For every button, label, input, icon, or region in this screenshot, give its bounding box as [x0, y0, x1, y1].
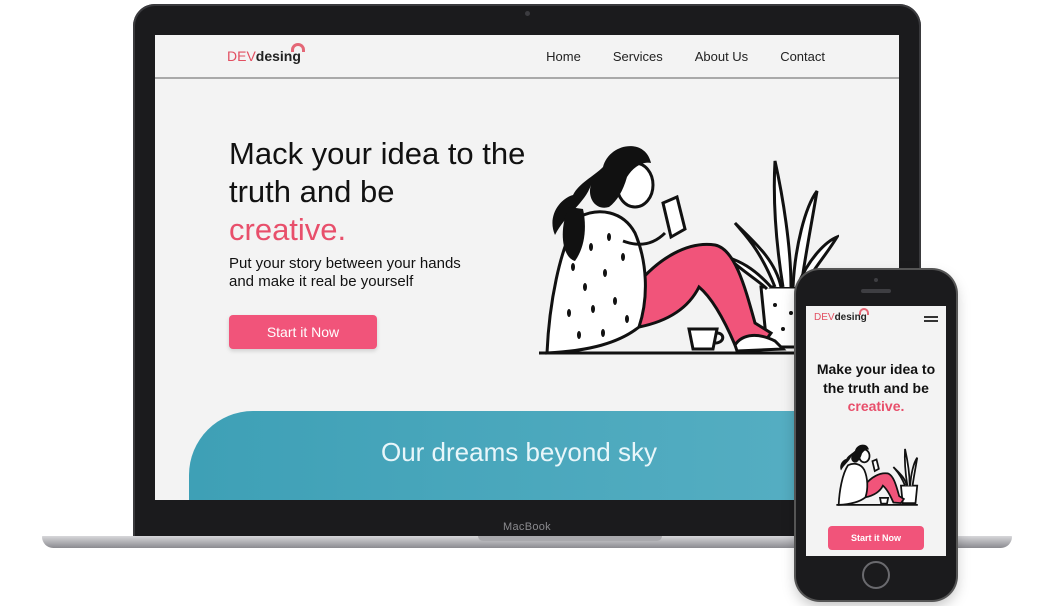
nav-link-about-us[interactable]: About Us [695, 49, 748, 64]
phone-screen: DEVdesing Make your idea to the truth an… [806, 306, 946, 556]
nav-link-services[interactable]: Services [613, 49, 663, 64]
nav-link-home[interactable]: Home [546, 49, 581, 64]
mobile-logo-arc-icon [858, 308, 869, 315]
hero-title-text: Mack your idea to the truth and be [229, 136, 526, 209]
camera-icon [525, 11, 530, 16]
mobile-hero-title: Make your idea to the truth and be creat… [806, 360, 946, 416]
mobile-start-it-now-button[interactable]: Start it Now [828, 526, 924, 550]
dreams-section: Our dreams beyond sky [189, 411, 899, 500]
hero-subtitle: Put your story between your hands and ma… [229, 255, 461, 290]
phone-home-button[interactable] [862, 561, 890, 589]
nav-menu: Home Services About Us Contact [546, 49, 825, 64]
mobile-hero-title-text: Make your idea to the truth and be [816, 361, 936, 396]
laptop-notch [478, 536, 662, 541]
hero-title: Mack your idea to the truth and be creat… [229, 135, 529, 249]
mobile-logo-desing-text: desing [835, 308, 869, 323]
site-navbar: DEVdesing Home Services About Us Contact [155, 35, 899, 79]
hamburger-menu-icon[interactable] [924, 316, 938, 324]
dreams-section-title: Our dreams beyond sky [380, 437, 657, 467]
phone-camera-icon [874, 278, 878, 282]
nav-link-contact[interactable]: Contact [780, 49, 825, 64]
logo-arc-icon [290, 43, 305, 52]
start-it-now-button[interactable]: Start it Now [229, 315, 377, 349]
mobile-reading-woman-illustration [836, 444, 919, 506]
site-logo[interactable]: DEVdesing [227, 43, 305, 64]
phone-speaker [861, 289, 891, 293]
mobile-hero-title-accent: creative. [847, 398, 905, 414]
reading-woman-illustration [539, 146, 839, 355]
mobile-logo-dev-text: DEV [814, 312, 835, 323]
logo-desing-text: desing [256, 43, 305, 64]
mobile-site-logo[interactable]: DEVdesing [814, 308, 869, 323]
laptop-screen: DEVdesing Home Services About Us Contact… [155, 35, 899, 500]
logo-dev-text: DEV [227, 48, 256, 64]
phone-device: DEVdesing Make your idea to the truth an… [796, 270, 956, 600]
hero-title-accent: creative. [229, 212, 347, 247]
